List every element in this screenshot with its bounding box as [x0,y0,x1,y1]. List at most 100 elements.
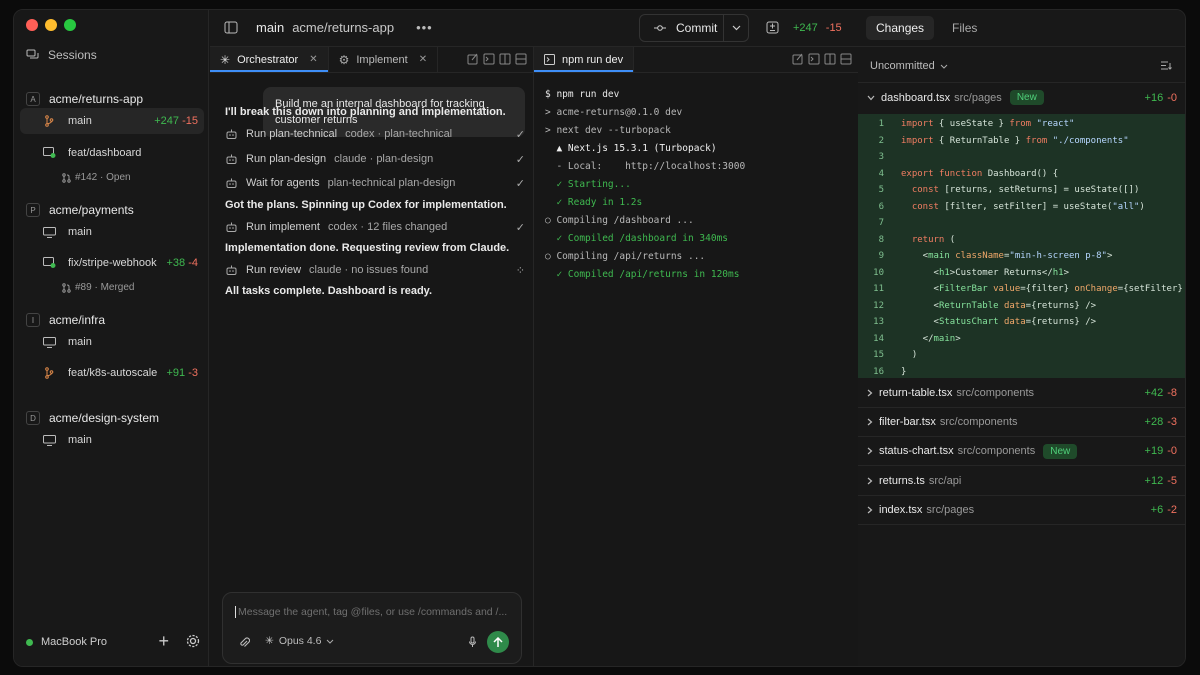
step-detail: plan-technical plan-design [327,177,456,189]
deletions: -8 [1167,387,1177,399]
session-item[interactable]: feat/k8s-autoscale +91 -3 [20,360,204,386]
monitor-icon [42,336,56,348]
project-name: acme/returns-app [49,92,144,106]
tab-changes[interactable]: Changes [866,16,935,40]
list-settings-icon[interactable] [1160,60,1173,71]
tool-step[interactable]: Run review claude · no issues found ⁘ [225,264,525,277]
additions: +28 [1144,416,1164,428]
close-tab-icon[interactable]: ✕ [309,54,317,65]
line-number: 7 [878,218,884,228]
terminal-line: ○ Compiling /dashboard ... [545,215,694,226]
code-line: const [filter, setFilter] = useState("al… [911,201,1145,212]
diff-view[interactable]: 1 import { useState } from "react" 2 import… [858,114,1185,378]
changed-file-row[interactable]: return-table.tsx src/components +42 -8 [858,379,1185,408]
tool-step[interactable]: Wait for agents plan-technical plan-desig… [225,177,525,190]
plus-icon[interactable]: + [158,631,169,652]
terminal-line: ✓ Compiled /api/returns in 120ms [545,269,740,280]
code-line: } [901,366,907,377]
changed-file-row[interactable]: status-chart.tsx src/components New +19 -0 [858,437,1185,466]
minimize-window-button[interactable] [45,19,57,31]
sidebar: Sessions Aacme/returns-app main +247 -15 fe… [14,10,209,666]
agent-chat-pane: ✳ Orchestrator ✕ ⚙ Implement ✕ Build me … [210,47,534,666]
new-file-badge: New [1009,90,1044,105]
tool-step[interactable]: Run implement codex · 12 files changed ✓ [225,221,525,234]
session-item[interactable]: main [20,427,204,453]
session-branch-name: main [68,226,92,238]
diff-icon[interactable] [766,21,779,34]
split-vertical-icon[interactable] [824,53,836,65]
zoom-window-button[interactable] [64,19,76,31]
more-options-icon[interactable]: ••• [416,20,433,35]
code-line: <ReturnTable data={returns} /> [901,300,1097,311]
tool-step[interactable]: Run plan-technical codex · plan-technical… [225,128,525,141]
terminal-line: > acme-returns@0.1.0 dev [545,107,683,118]
session-diffstat: +38 -4 [166,257,198,269]
code-line: <StatusChart data={returns} /> [901,317,1097,327]
tab-orchestrator[interactable]: ✳ Orchestrator ✕ [210,47,329,72]
tab-files[interactable]: Files [942,16,987,40]
sidebar-toggle-icon[interactable] [224,21,238,34]
close-window-button[interactable] [26,19,38,31]
microphone-icon[interactable] [468,636,477,648]
session-item[interactable]: main +247 -15 [20,108,204,134]
project-0[interactable]: Aacme/returns-app [26,92,143,106]
deletions: -2 [1167,504,1177,516]
session-branch-name: feat/k8s-autoscale [68,367,158,379]
pr-status-text: #142 · Open [75,172,131,183]
split-horizontal-icon[interactable] [840,53,852,65]
code-line: <FilterBar value={filter} onChange={setF… [901,284,1183,294]
window-controls [26,19,76,31]
deletions: -3 [188,367,198,379]
new-chat-icon[interactable] [792,53,804,65]
project-2[interactable]: Iacme/infra [26,313,105,327]
file-path: src/components [956,387,1035,399]
changed-file-row[interactable]: returns.ts src/api +12 -5 [858,467,1185,496]
monitor-icon [42,226,56,238]
tool-step[interactable]: Run plan-design claude · plan-design ✓ [225,153,525,166]
project-name: acme/design-system [49,411,160,425]
session-item[interactable]: main [20,219,204,245]
session-item[interactable]: main [20,329,204,355]
close-tab-icon[interactable]: ✕ [419,54,427,65]
file-diffstat: +42 -8 [1145,387,1177,399]
terminal-output[interactable]: $ npm run dev > acme-returns@0.1.0 dev > n… [545,86,745,284]
changes-filter-dropdown[interactable]: Uncommitted [870,60,948,72]
split-horizontal-icon[interactable] [515,53,527,65]
sessions-header[interactable]: Sessions [26,48,97,62]
file-path: src/pages [926,504,975,516]
file-diffstat: +19 -0 [1145,445,1177,457]
gear-icon[interactable] [185,633,201,649]
split-vertical-icon[interactable] [499,53,511,65]
project-3[interactable]: Dacme/design-system [26,411,159,425]
file-path: src/pages [954,91,1002,104]
terminal-icon[interactable] [483,53,495,65]
branch-icon [42,367,56,379]
chevron-down-icon [940,64,948,69]
session-item[interactable]: feat/dashboard [20,140,204,166]
terminal-line: - Local: http://localhost:3000 [545,161,746,172]
changed-file-row[interactable]: dashboard.tsx src/pages New +16 -0 [858,83,1185,112]
terminal-icon[interactable] [808,53,820,65]
deletions: -5 [1167,475,1177,487]
sparkle-icon: ✳ [220,52,231,67]
send-button[interactable] [487,631,509,653]
project-1[interactable]: Pacme/payments [26,203,134,217]
tab-npm-run-dev[interactable]: npm run dev [534,47,635,72]
new-chat-icon[interactable] [467,53,479,65]
additions: +19 [1144,445,1164,457]
changed-file-row[interactable]: index.tsx src/pages +6 -2 [858,496,1185,525]
deletions: -15 [182,115,198,127]
tab-implement[interactable]: ⚙ Implement ✕ [329,47,439,72]
commit-button[interactable]: Commit [640,15,724,41]
paperclip-icon[interactable] [239,637,250,649]
code-line: import { ReturnTable } from "./component… [901,135,1129,146]
model-selector[interactable]: ✳ Opus 4.6 [265,635,334,647]
session-branch-name: main [68,115,92,127]
changed-file-row[interactable]: filter-bar.tsx src/components +28 -3 [858,408,1185,437]
machine-name[interactable]: MacBook Pro [41,636,107,648]
session-item[interactable]: fix/stripe-webhook +38 -4 [20,250,204,276]
commit-dropdown-chevron-icon[interactable] [724,25,748,31]
message-input[interactable]: Message the agent, tag @files, or use /c… [235,606,507,618]
additions: +16 [1144,91,1164,104]
session-diffstat: +247 -15 [154,115,198,127]
